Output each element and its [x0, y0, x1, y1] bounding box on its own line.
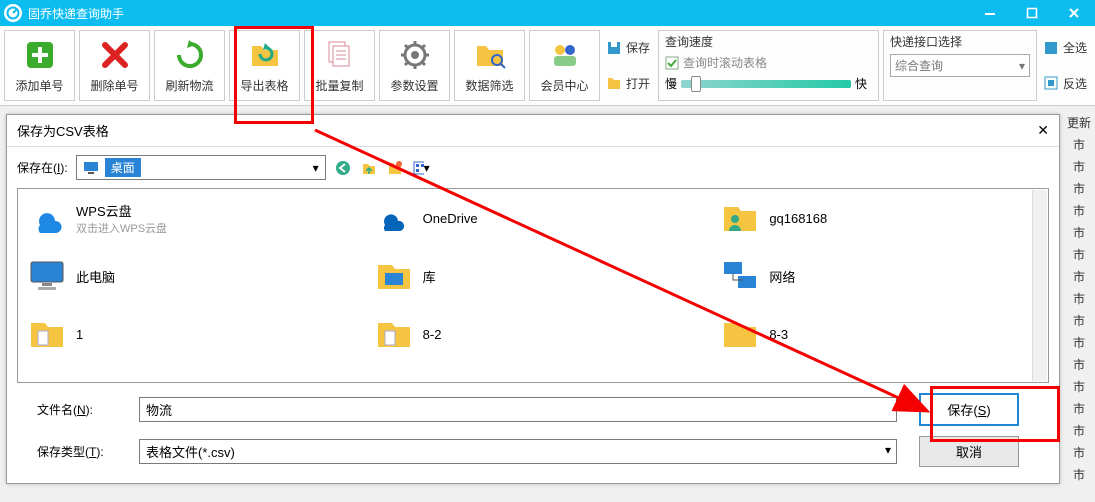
copy-button[interactable]: 批量复制 [304, 30, 375, 101]
cloud-icon [28, 199, 66, 237]
chevron-down-icon: ▾ [1019, 59, 1025, 73]
refresh-icon [172, 37, 208, 73]
file-browser: WPS云盘双击进入WPS云盘 OneDrive gq168168 此电脑 库 网… [17, 188, 1049, 383]
window-title: 固乔快递查询助手 [28, 5, 124, 22]
background-column: 更新市市市 市市市市 市市市市 市市市市 市 [1067, 112, 1091, 486]
network-icon [721, 257, 759, 295]
plus-icon [22, 37, 58, 73]
folder-icon [721, 315, 759, 353]
file-item-folder[interactable]: 8-3 [721, 315, 1038, 353]
delete-button[interactable]: 删除单号 [79, 30, 150, 101]
cloud-icon [375, 199, 413, 237]
view-button[interactable]: ▾ [412, 159, 430, 177]
copy-icon [322, 37, 358, 73]
gear-icon [397, 37, 433, 73]
filter-button[interactable]: 数据筛选 [454, 30, 525, 101]
cancel-button[interactable]: 取消 [919, 436, 1019, 467]
folder-icon [28, 315, 66, 353]
up-button[interactable] [360, 159, 378, 177]
file-item-library[interactable]: 库 [375, 257, 692, 295]
save-button[interactable]: 保存(S) [919, 393, 1019, 426]
add-button[interactable]: 添加单号 [4, 30, 75, 101]
monitor-icon [83, 161, 99, 175]
chevron-down-icon: ▾ [313, 161, 319, 175]
back-button[interactable] [334, 159, 352, 177]
member-button[interactable]: 会员中心 [529, 30, 600, 101]
file-group: 保存 打开 [602, 28, 656, 103]
filetype-select[interactable] [139, 439, 897, 464]
savein-combo[interactable]: 桌面 ▾ [76, 155, 326, 180]
main-toolbar: 添加单号 删除单号 刷新物流 导出表格 批量复制 参数设置 数据筛选 会员中心 … [0, 26, 1095, 106]
folder-icon [375, 315, 413, 353]
file-item-user[interactable]: gq168168 [721, 199, 1038, 237]
invert-select-button[interactable]: 反选 [1043, 75, 1089, 92]
scrollbar[interactable] [1032, 190, 1047, 381]
file-item-onedrive[interactable]: OneDrive [375, 199, 692, 237]
close-button[interactable] [1053, 0, 1095, 26]
folder-export-icon [247, 37, 283, 73]
file-item-wps[interactable]: WPS云盘双击进入WPS云盘 [28, 199, 345, 237]
filename-label: 文件名(N): [37, 401, 127, 418]
open-file-button[interactable]: 打开 [606, 75, 652, 92]
chevron-down-icon: ▾ [885, 443, 891, 457]
selection-group: 全选 反选 [1039, 28, 1093, 103]
file-item-folder[interactable]: 8-2 [375, 315, 692, 353]
select-all-button[interactable]: 全选 [1043, 39, 1089, 56]
refresh-button[interactable]: 刷新物流 [154, 30, 225, 101]
savein-label: 保存在(I): [17, 159, 68, 176]
monitor-icon [28, 257, 66, 295]
minimize-button[interactable] [969, 0, 1011, 26]
dialog-close-button[interactable]: ✕ [1037, 122, 1049, 139]
filetype-label: 保存类型(T): [37, 443, 127, 460]
filename-input[interactable] [139, 397, 897, 422]
api-select[interactable]: 综合查询 ▾ [890, 54, 1030, 77]
dialog-title: 保存为CSV表格 [17, 121, 109, 140]
speed-group: 查询速度 查询时滚动表格 慢 快 [658, 30, 879, 101]
user-folder-icon [721, 199, 759, 237]
save-file-button[interactable]: 保存 [606, 39, 652, 56]
new-folder-button[interactable] [386, 159, 404, 177]
app-icon [4, 4, 22, 22]
file-item-network[interactable]: 网络 [721, 257, 1038, 295]
filter-icon [472, 37, 508, 73]
x-icon [97, 37, 133, 73]
library-icon [375, 257, 413, 295]
file-item-folder[interactable]: 1 [28, 315, 345, 353]
maximize-button[interactable] [1011, 0, 1053, 26]
export-button[interactable]: 导出表格 [229, 30, 300, 101]
speed-slider[interactable] [681, 80, 851, 88]
scroll-checkbox-label[interactable]: 查询时滚动表格 [683, 54, 767, 71]
settings-button[interactable]: 参数设置 [379, 30, 450, 101]
file-item-thispc[interactable]: 此电脑 [28, 257, 345, 295]
api-group: 快递接口选择 综合查询 ▾ [883, 30, 1037, 101]
save-dialog: 保存为CSV表格 ✕ 保存在(I): 桌面 ▾ ▾ WPS云盘双击进入WPS云盘… [6, 114, 1060, 484]
users-icon [547, 37, 583, 73]
